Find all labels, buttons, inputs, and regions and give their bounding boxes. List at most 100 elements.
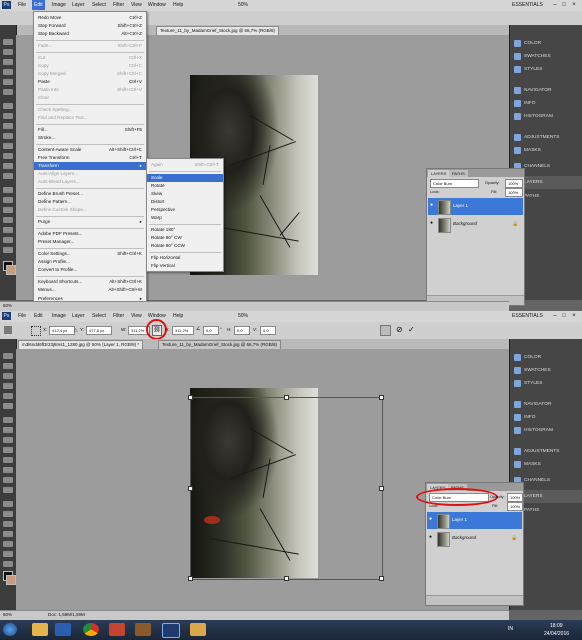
transform-handle-tl[interactable] [188,395,193,400]
menu-layer[interactable]: Layer [72,0,85,10]
menu-item-preset-manager[interactable]: Preset Manager... [34,238,146,246]
menu-item-paste[interactable]: Paste Ctrl+V [34,78,146,86]
tab-paths[interactable]: PATHS [449,170,468,177]
transform-handle-br[interactable] [379,576,384,581]
menu-image[interactable]: Image [52,0,66,10]
blur-tool-icon[interactable] [3,163,13,169]
dock-styles[interactable]: STYLES [514,63,582,76]
opacity-field[interactable]: 100% [507,493,523,502]
x-field[interactable]: 412,4 px [49,326,75,335]
tab-layers[interactable]: LAYERS [428,170,450,177]
warp-mode-icon[interactable] [380,325,391,336]
workspace-switcher[interactable]: ESSENTIALS [512,313,543,319]
menu-item-content-aware-scale[interactable]: Content-Aware Scale Alt+Shift+Ctrl+C [34,146,146,154]
maximize-icon[interactable]: □ [561,313,567,319]
submenu-item-scale[interactable]: Scale [147,174,223,182]
transform-handle-tc[interactable] [284,395,289,400]
explorer-icon[interactable] [32,623,48,636]
quick-select-tool-icon[interactable] [3,383,13,389]
hand-tool-icon[interactable] [3,237,13,243]
menu-file[interactable]: File [18,311,26,321]
menu-item-purge[interactable]: Purge ▸ [34,218,146,226]
transform-handle-bc[interactable] [284,576,289,581]
menu-edit[interactable]: Edit [34,311,43,321]
menu-item-stroke[interactable]: Stroke... [34,134,146,142]
menu-view[interactable]: View [131,0,142,10]
hand-tool-icon[interactable] [3,551,13,557]
dock-channels[interactable]: CHANNELS [514,474,582,487]
layer-row-background[interactable]: ● Background 🔒 [428,216,523,233]
dock-navigator[interactable]: NAVIGATOR [514,398,582,411]
menu-item-define-pattern[interactable]: Define Pattern... [34,198,146,206]
menu-select[interactable]: Select [92,0,106,10]
crop-tool-icon[interactable] [3,393,13,399]
menu-item-pdf-presets[interactable]: Adobe PDF Presets... [34,230,146,238]
zoom-readout[interactable]: 50% [238,313,248,319]
commit-transform-icon[interactable]: ✓ [408,325,415,334]
clock-date[interactable]: 24/04/2016 [544,631,569,637]
minimize-icon[interactable]: – [552,2,558,8]
quick-select-tool-icon[interactable] [3,69,13,75]
type-tool-icon[interactable] [3,511,13,517]
dock-styles[interactable]: STYLES [514,377,582,390]
background-color-swatch[interactable] [6,265,16,275]
layer-row-layer1[interactable]: ● Layer 1 [428,198,523,215]
rotate-field[interactable]: 0,0 [203,326,219,335]
fill-field[interactable]: 100% [505,188,523,197]
delta-icon[interactable]: △ [74,327,77,333]
lasso-tool-icon[interactable] [3,59,13,65]
dock-adjustments[interactable]: ADJUSTMENTS [514,131,582,144]
y-field[interactable]: 477,8 px [86,326,112,335]
background-color-swatch[interactable] [6,575,16,585]
height-field[interactable]: 311,2% [172,326,194,335]
cancel-transform-icon[interactable]: ⊘ [396,325,403,334]
move-tool-icon[interactable] [3,353,13,359]
brush-tool-icon[interactable] [3,113,13,119]
submenu-item-rotate[interactable]: Rotate [147,182,223,190]
crop-tool-icon[interactable] [3,79,13,85]
clock-time[interactable]: 18:09 [550,623,563,629]
submenu-item-skew[interactable]: Skew [147,190,223,198]
submenu-item-warp[interactable]: Warp [147,214,223,222]
menu-edit[interactable]: Edit [32,0,45,10]
menu-filter[interactable]: Filter [113,0,124,10]
zoom-tool-icon[interactable] [3,247,13,253]
path-select-tool-icon[interactable] [3,521,13,527]
submenu-item-flip-vertical[interactable]: Flip Vertical [147,262,223,270]
dodge-tool-icon[interactable] [3,173,13,179]
menu-item-transform[interactable]: Transform ▸ [34,162,146,170]
eraser-tool-icon[interactable] [3,143,13,149]
move-tool-icon[interactable] [3,39,13,45]
submenu-item-rotate-90-cw[interactable]: Rotate 90° CW [147,234,223,242]
menu-item-redo-move[interactable]: Redo Move Ctrl+Z [34,14,146,22]
gradient-tool-icon[interactable] [3,467,13,473]
gradient-tool-icon[interactable] [3,153,13,159]
dock-swatches[interactable]: SWATCHES [514,364,582,377]
menu-item-step-backward[interactable]: Step Backward Alt+Ctrl+Z [34,30,146,38]
bluetooth-icon[interactable] [55,623,71,636]
layer-row-layer1[interactable]: ● Layer 1 [427,512,522,529]
minimize-icon[interactable]: – [552,313,558,319]
lasso-tool-icon[interactable] [3,373,13,379]
menu-item-assign-profile[interactable]: Assign Profile... [34,258,146,266]
dock-histogram[interactable]: HISTOGRAM [514,110,582,123]
menu-filter[interactable]: Filter [113,311,124,321]
menu-item-check-spelling[interactable]: Check Spelling... [34,106,146,114]
history-brush-tool-icon[interactable] [3,447,13,453]
dock-color[interactable]: COLOR [514,351,582,364]
menu-window[interactable]: Window [148,0,166,10]
visibility-eye-icon[interactable]: ● [430,203,435,208]
app-icon[interactable] [135,623,151,636]
language-indicator[interactable]: IN [508,626,513,632]
zoom-readout[interactable]: 50% [238,2,248,8]
visibility-eye-icon[interactable]: ● [429,517,434,522]
menu-view[interactable]: View [131,311,142,321]
pen-tool-icon[interactable] [3,187,13,193]
menu-item-auto-align[interactable]: Auto-Align Layers... [34,170,146,178]
menu-item-find-replace[interactable]: Find and Replace Text... [34,114,146,122]
submenu-item-flip-horizontal[interactable]: Flip Horizontal [147,254,223,262]
layer-row-background[interactable]: ● Background 🔒 [427,530,522,547]
transform-handle-bl[interactable] [188,576,193,581]
visibility-eye-icon[interactable]: ● [430,221,435,226]
dock-adjustments[interactable]: ADJUSTMENTS [514,445,582,458]
